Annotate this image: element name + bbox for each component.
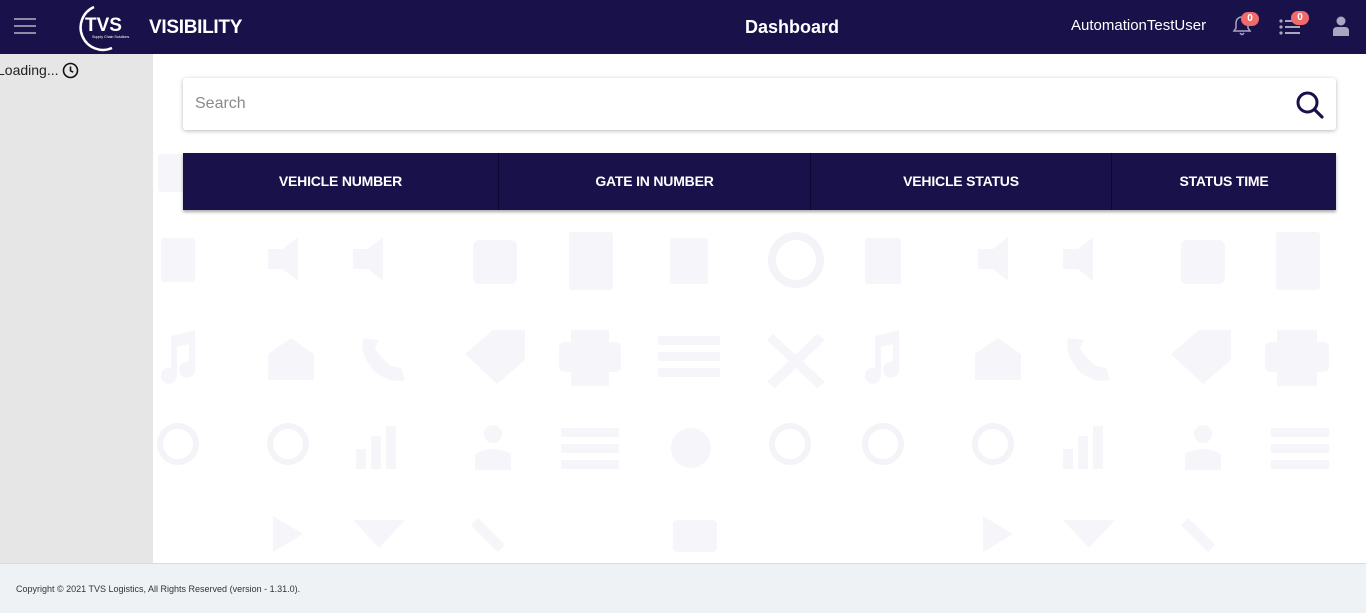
sidebar: Loading...: [0, 54, 153, 563]
copyright-text: Copyright © 2021 TVS Logistics, All Righ…: [16, 584, 301, 594]
top-navbar: TVS Supply Chain Solutions VISIBILITY Da…: [0, 0, 1366, 54]
vehicle-table-header: VEHICLE NUMBER GATE IN NUMBER VEHICLE ST…: [183, 153, 1336, 210]
notification-count-badge: 0: [1241, 12, 1259, 26]
main-content: VEHICLE NUMBER GATE IN NUMBER VEHICLE ST…: [153, 54, 1366, 563]
loading-text: Loading...: [0, 62, 59, 78]
task-count-badge: 0: [1291, 11, 1309, 25]
hamburger-menu-icon[interactable]: [14, 18, 36, 36]
background-icon-pattern: [157, 154, 1329, 552]
search-icon[interactable]: [1295, 90, 1325, 120]
column-header-gate-in-number[interactable]: GATE IN NUMBER: [499, 153, 811, 210]
user-profile-icon[interactable]: [1332, 16, 1350, 36]
user-name[interactable]: AutomationTestUser: [1071, 17, 1206, 34]
search-input[interactable]: [183, 78, 1283, 130]
column-header-vehicle-number[interactable]: VEHICLE NUMBER: [183, 153, 499, 210]
search-bar: [183, 78, 1336, 130]
footer: Copyright © 2021 TVS Logistics, All Righ…: [0, 563, 1366, 613]
tvs-logo: TVS Supply Chain Solutions: [79, 5, 129, 52]
column-header-status-time[interactable]: STATUS TIME: [1112, 153, 1336, 210]
svg-text:TVS: TVS: [85, 15, 122, 36]
clock-icon: [62, 62, 79, 79]
app-title: VISIBILITY: [149, 17, 243, 38]
column-header-vehicle-status[interactable]: VEHICLE STATUS: [811, 153, 1112, 210]
svg-text:Supply Chain Solutions: Supply Chain Solutions: [92, 35, 129, 39]
